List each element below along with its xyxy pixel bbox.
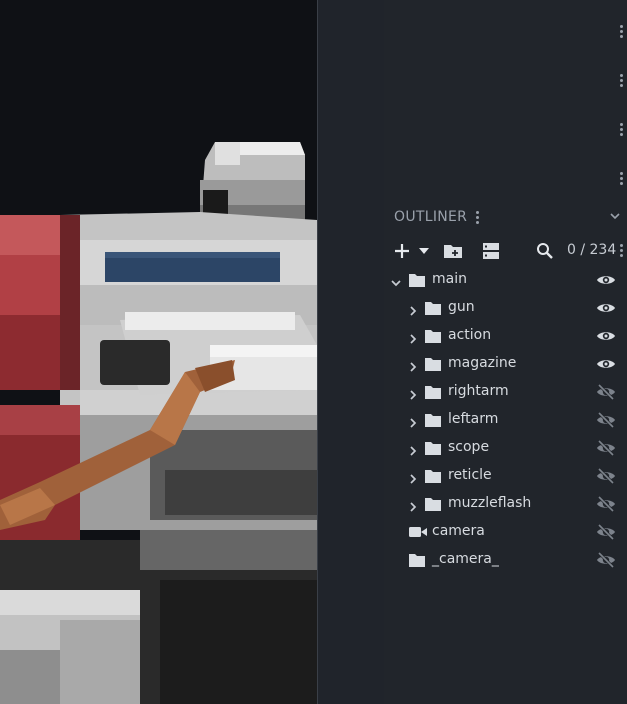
outliner-row-label: scope — [448, 439, 490, 455]
panel-menu-dots-icon[interactable] — [620, 25, 623, 38]
chevron-right-icon[interactable] — [407, 358, 419, 372]
outliner-row-rightarm[interactable]: rightarm — [384, 378, 627, 406]
more-icon[interactable] — [620, 244, 623, 257]
panel-gutter — [317, 0, 384, 704]
chevron-right-icon[interactable] — [407, 414, 419, 428]
panel-menu-dots-icon[interactable] — [620, 74, 623, 87]
chevron-right-icon[interactable] — [407, 498, 419, 512]
new-folder-icon[interactable] — [442, 236, 464, 266]
eye-off-icon[interactable] — [596, 411, 616, 429]
chevron-right-icon[interactable] — [407, 302, 419, 316]
eye-off-icon[interactable] — [596, 383, 616, 401]
outliner-menu-dots-icon[interactable] — [476, 211, 479, 224]
eye-off-icon[interactable] — [596, 439, 616, 457]
dropdown-caret-icon[interactable] — [418, 236, 430, 266]
eye-icon[interactable] — [596, 272, 616, 288]
eye-icon[interactable] — [596, 356, 616, 372]
panel-menu-dots-icon[interactable] — [620, 123, 623, 136]
folder-icon — [424, 300, 442, 316]
outliner-row-label: _camera_ — [432, 551, 499, 567]
outliner-row-action[interactable]: action — [384, 322, 627, 350]
eye-off-icon[interactable] — [596, 523, 616, 541]
outliner-row-label: camera — [432, 523, 485, 539]
chevron-down-icon[interactable] — [609, 210, 621, 222]
outliner-row-muzzleflash[interactable]: muzzleflash — [384, 490, 627, 518]
outliner-title: OUTLINER — [394, 209, 468, 225]
outliner-row-camera[interactable]: _camera_ — [384, 546, 627, 574]
add-icon[interactable] — [392, 236, 412, 266]
outliner-header[interactable]: OUTLINER — [384, 204, 627, 230]
outliner-row-leftarm[interactable]: leftarm — [384, 406, 627, 434]
eye-off-icon[interactable] — [596, 467, 616, 485]
folder-icon — [424, 440, 442, 456]
server-icon[interactable] — [480, 236, 502, 266]
outliner-row-label: action — [448, 327, 492, 343]
eye-icon[interactable] — [596, 328, 616, 344]
outliner-row-gun[interactable]: gun — [384, 294, 627, 322]
folder-icon — [424, 328, 442, 344]
outliner-row-label: reticle — [448, 467, 492, 483]
folder-icon — [408, 552, 426, 568]
chevron-right-icon[interactable] — [407, 330, 419, 344]
chevron-right-icon[interactable] — [407, 442, 419, 456]
chevron-right-icon[interactable] — [407, 470, 419, 484]
outliner-row-label: leftarm — [448, 411, 499, 427]
outliner-row-main[interactable]: main — [384, 266, 627, 294]
outliner-row-reticle[interactable]: reticle — [384, 462, 627, 490]
outliner-row-scope[interactable]: scope — [384, 434, 627, 462]
chevron-down-icon[interactable] — [390, 274, 402, 287]
chevron-right-icon[interactable] — [407, 386, 419, 400]
eye-off-icon[interactable] — [596, 551, 616, 569]
eye-icon[interactable] — [596, 300, 616, 316]
outliner-row-label: muzzleflash — [448, 495, 532, 511]
folder-icon — [424, 384, 442, 400]
gun-model-render — [0, 142, 317, 704]
folder-icon — [424, 356, 442, 372]
outliner-sidebar: OUTLINER 0 / 234 main gun action magazine ri… — [384, 0, 627, 704]
outliner-row-label: gun — [448, 299, 475, 315]
search-icon[interactable] — [534, 236, 556, 266]
video-camera-icon — [408, 524, 427, 540]
outliner-toolbar: 0 / 234 — [384, 236, 627, 266]
outliner-row-magazine[interactable]: magazine — [384, 350, 627, 378]
eye-off-icon[interactable] — [596, 495, 616, 513]
panel-menu-dots-icon[interactable] — [620, 172, 623, 185]
outliner-row-label: main — [432, 271, 467, 287]
folder-icon — [424, 412, 442, 428]
outliner-row-label: magazine — [448, 355, 517, 371]
outliner-row-label: rightarm — [448, 383, 509, 399]
3d-viewport[interactable] — [0, 0, 317, 704]
selection-counter: 0 / 234 — [567, 242, 617, 258]
folder-icon — [408, 272, 426, 288]
folder-icon — [424, 496, 442, 512]
folder-icon — [424, 468, 442, 484]
outliner-row-camera[interactable]: camera — [384, 518, 627, 546]
